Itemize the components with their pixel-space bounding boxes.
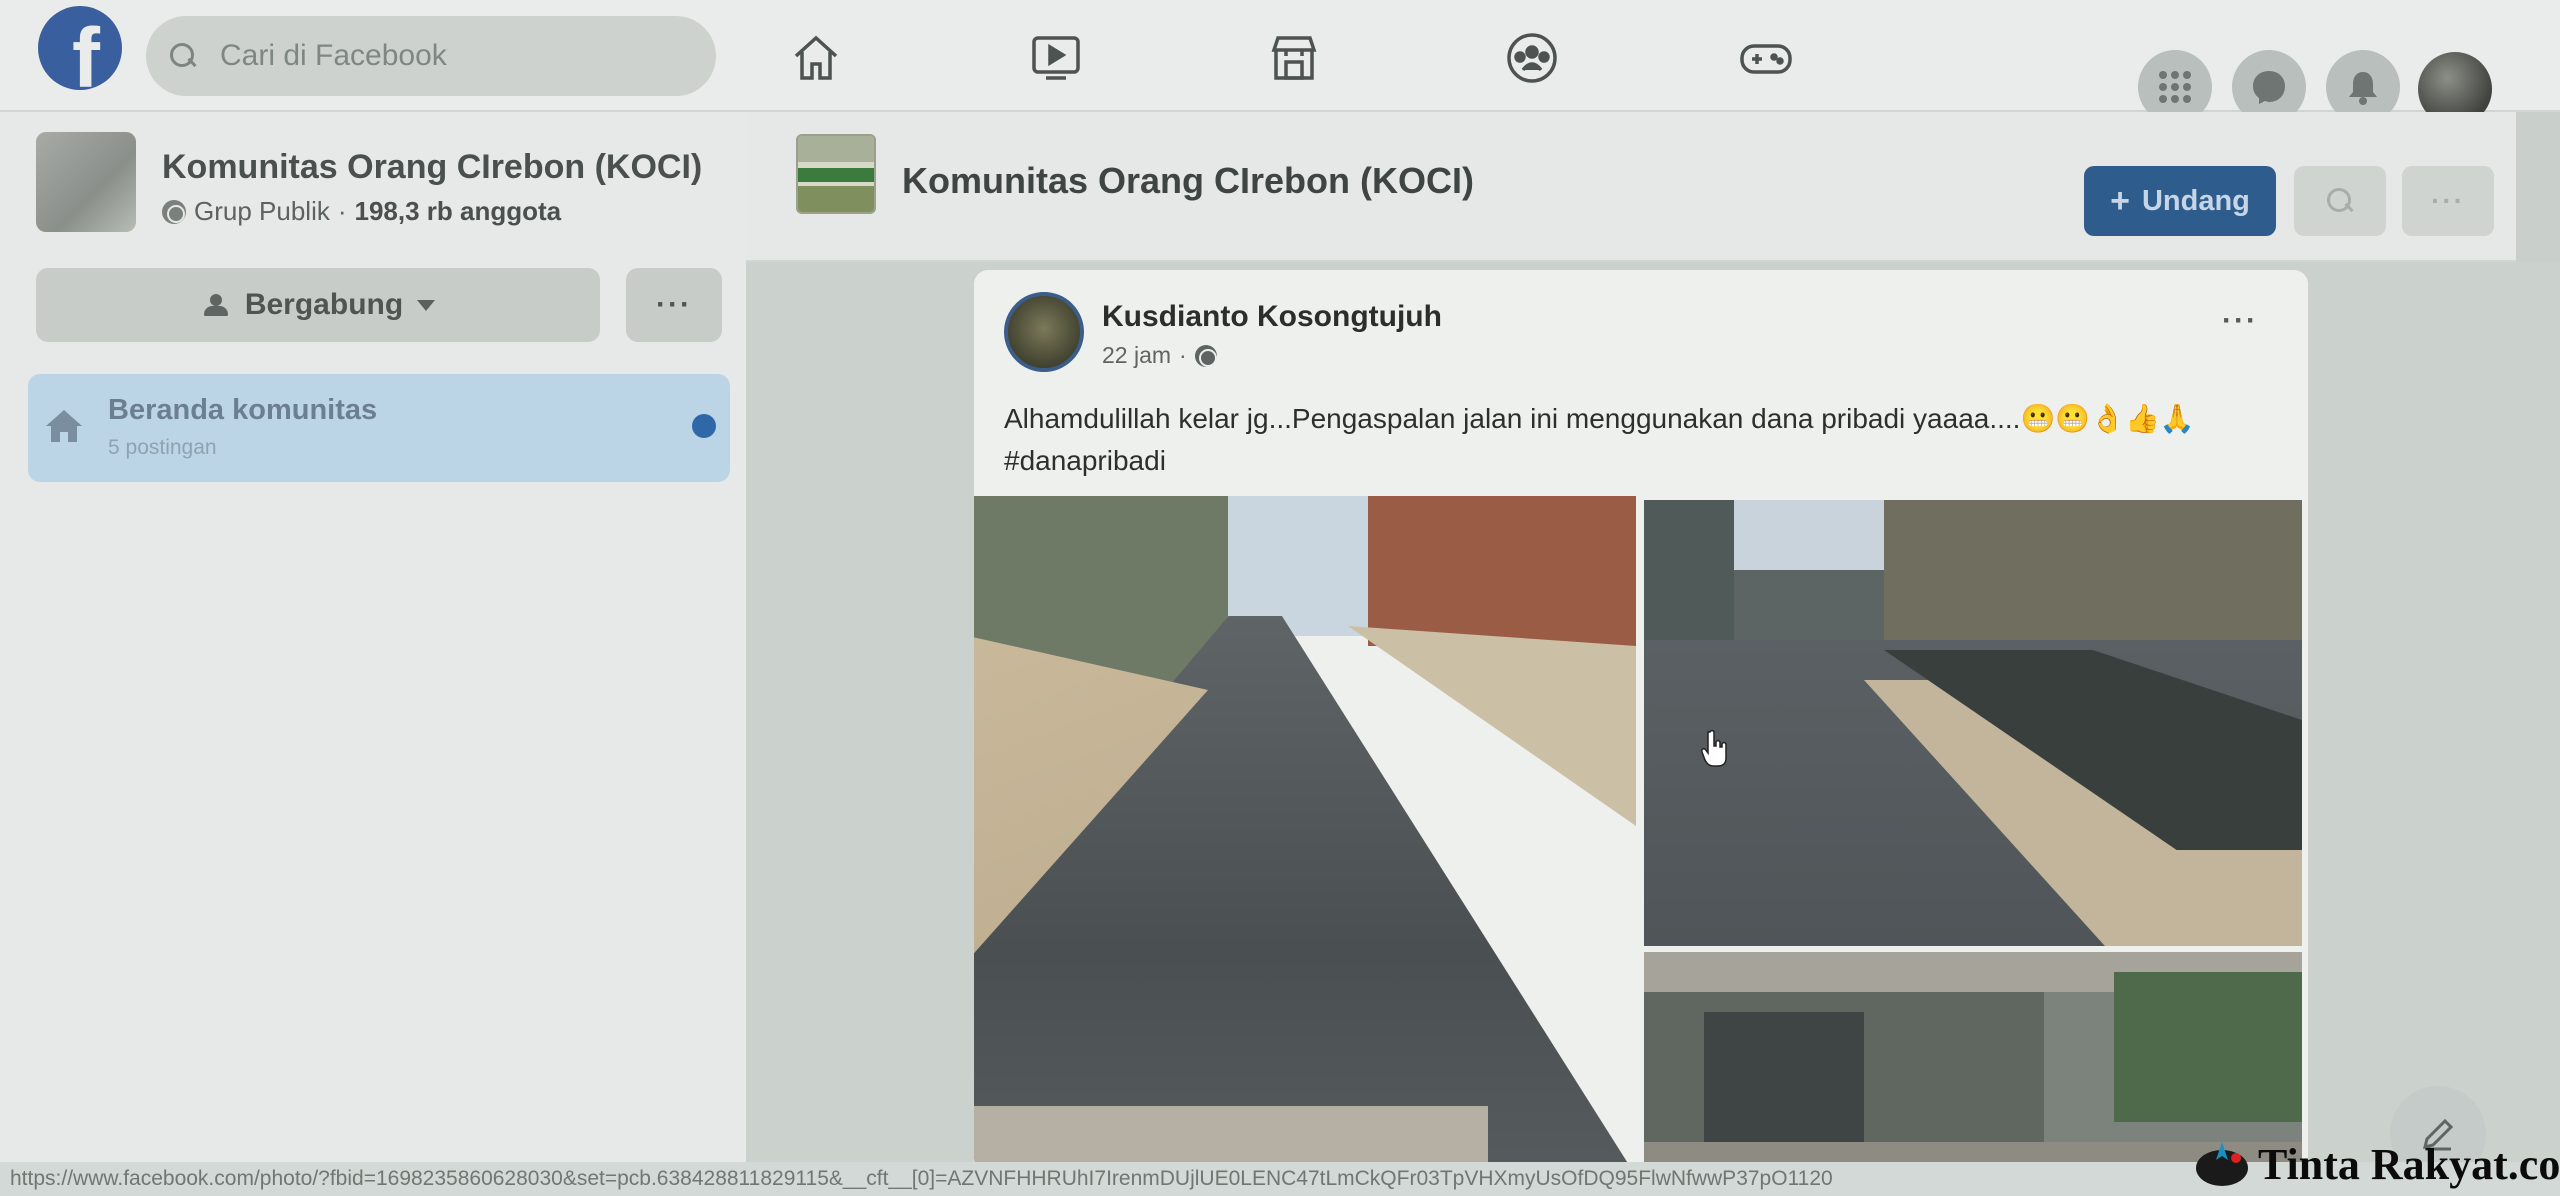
caret-down-icon [417, 299, 436, 311]
sidebar-item-community-home[interactable]: Beranda komunitas 5 postingan [28, 374, 730, 482]
join-people-icon [201, 294, 231, 316]
top-navigation-bar: f [0, 0, 2560, 126]
group-name[interactable]: Komunitas Orang CIrebon (KOCI) [162, 148, 702, 187]
group-cover-thumbnail[interactable] [36, 132, 136, 232]
post-photo-2[interactable] [1644, 500, 2302, 946]
house-icon [42, 404, 86, 448]
post-text: Alhamdulillah kelar jg...Pengaspalan jal… [1004, 398, 2274, 482]
group-header: Komunitas Orang CIrebon (KOCI) + Undang … [746, 112, 2516, 262]
globe-icon [1194, 344, 1217, 367]
post-time-separator: · [1179, 342, 1187, 368]
post-hashtag[interactable]: #danapribadi [1004, 440, 2274, 482]
video-icon[interactable] [1026, 30, 1086, 86]
group-header-thumbnail[interactable] [796, 134, 876, 214]
groups-icon[interactable] [1502, 30, 1562, 86]
sidebar-more-button[interactable]: ··· [626, 268, 722, 342]
post-author[interactable]: Kusdianto Kosongtujuh [1102, 300, 1442, 334]
post-timestamp: 22 jam · [1102, 342, 1217, 369]
watermark-text: Tinta Rakyat.com [2258, 1139, 2560, 1189]
unread-indicator [692, 414, 716, 438]
meta-separator: · [337, 196, 347, 226]
plus-icon: + [2110, 182, 2130, 220]
sidebar-item-label: Beranda komunitas [108, 394, 378, 426]
group-search-button[interactable] [2294, 166, 2386, 236]
post-photo-main[interactable] [974, 496, 1636, 1170]
page-title[interactable]: Komunitas Orang CIrebon (KOCI) [902, 160, 1474, 202]
group-sidebar: Komunitas Orang CIrebon (KOCI) Grup Publ… [0, 112, 746, 1196]
invite-label: Undang [2141, 184, 2250, 217]
join-label: Bergabung [244, 288, 404, 321]
group-meta: Grup Publik · 198,3 rb anggota [162, 196, 561, 227]
watermark: Tinta Rakyat.com [2192, 1136, 2560, 1192]
search-icon [170, 43, 196, 69]
search-box[interactable] [146, 16, 716, 96]
post-options-button[interactable]: ··· [2222, 304, 2258, 338]
globe-icon [162, 199, 186, 224]
home-icon[interactable] [786, 30, 846, 86]
post-time-text[interactable]: 22 jam [1102, 342, 1171, 369]
invite-button[interactable]: + Undang [2084, 166, 2276, 236]
status-bar-url: https://www.facebook.com/photo/?fbid=169… [0, 1162, 2560, 1196]
marketplace-icon[interactable] [1264, 30, 1324, 86]
member-count[interactable]: 198,3 rb anggota [355, 196, 562, 227]
hand-cursor-icon [1700, 728, 1730, 768]
sidebar-item-sublabel: 5 postingan [108, 436, 217, 459]
gaming-icon[interactable] [1736, 30, 1796, 86]
facebook-logo-icon[interactable]: f [38, 6, 122, 90]
search-icon [2327, 188, 2353, 214]
search-input[interactable] [220, 39, 700, 73]
feed-post: Kusdianto Kosongtujuh 22 jam · ··· Alham… [974, 270, 2308, 1170]
join-group-button[interactable]: Bergabung [36, 268, 600, 342]
post-body: Alhamdulillah kelar jg...Pengaspalan jal… [1004, 403, 2195, 434]
watermark-logo-icon [2196, 1142, 2248, 1186]
author-avatar[interactable] [1004, 292, 1084, 372]
header-more-button[interactable]: ··· [2402, 166, 2494, 236]
group-type: Grup Publik [194, 196, 330, 226]
